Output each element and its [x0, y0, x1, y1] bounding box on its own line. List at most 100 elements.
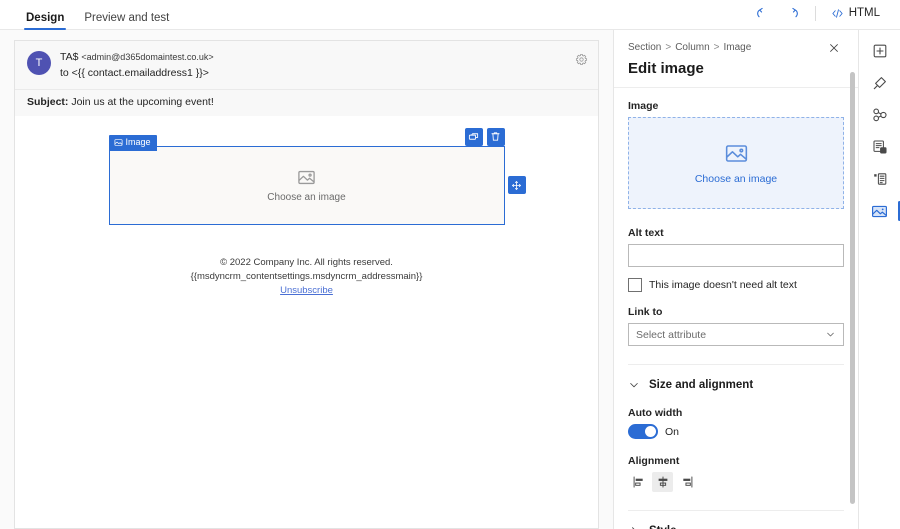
panel-scrollbar[interactable] [850, 72, 855, 504]
no-alt-text-checkbox[interactable] [628, 278, 642, 292]
dropzone-label: Choose an image [695, 173, 777, 185]
auto-width-toggle[interactable] [628, 424, 658, 439]
redo-button[interactable] [780, 1, 806, 25]
align-center-icon [656, 475, 670, 489]
fragments-icon [872, 107, 888, 123]
block-tag-label: Image [126, 138, 151, 147]
breadcrumb-item-section[interactable]: Section [628, 42, 661, 53]
tab-design[interactable]: Design [18, 13, 72, 30]
email-to-line: to <{{ contact.emailaddress1 }}> [60, 66, 214, 82]
panel-header: Section > Column > Image Edit image [614, 30, 858, 87]
email-from-line: TA$ <admin@d365domaintest.co.uk> [60, 50, 214, 66]
image-gallery-icon [871, 203, 888, 220]
auto-width-label: Auto width [628, 407, 844, 419]
image-icon [114, 138, 123, 147]
rail-item-image-gallery[interactable] [864, 196, 896, 226]
undo-button[interactable] [750, 1, 776, 25]
no-alt-text-checkbox-row[interactable]: This image doesn't need alt text [628, 278, 844, 292]
layouts-icon [872, 171, 888, 187]
email-preview: T TA$ <admin@d365domaintest.co.uk> to <{… [14, 40, 599, 529]
email-canvas[interactable]: T TA$ <admin@d365domaintest.co.uk> to <{… [0, 30, 613, 529]
from-name: TA$ [60, 51, 78, 63]
unsubscribe-link[interactable]: Unsubscribe [280, 285, 333, 296]
trash-icon [490, 131, 501, 142]
block-type-tag: Image [109, 135, 157, 151]
top-toolbar-actions: HTML [750, 1, 886, 29]
page-title: Edit image [628, 60, 844, 77]
panel-divider [628, 510, 844, 511]
email-settings-button[interactable] [575, 53, 588, 66]
subject-label: Subject: [27, 96, 68, 108]
breadcrumb: Section > Column > Image [628, 42, 844, 53]
footer-address-token: {{msdyncrm_contentsettings.msdyncrm_addr… [15, 270, 598, 284]
breadcrumb-separator: > [714, 42, 720, 53]
style-section-header[interactable]: Style [628, 525, 844, 529]
link-to-select[interactable]: Select attribute [628, 323, 844, 346]
undo-icon [755, 6, 770, 21]
redo-icon [785, 6, 800, 21]
move-block-handle[interactable] [508, 176, 526, 194]
top-toolbar: Design Preview and test [0, 0, 900, 30]
rail-item-fragments[interactable] [864, 100, 896, 130]
main-tabs: Design Preview and test [18, 0, 177, 29]
rail-item-layouts[interactable] [864, 164, 896, 194]
auto-width-state: On [665, 426, 679, 438]
image-placeholder-icon [297, 168, 316, 187]
align-left-icon [632, 475, 646, 489]
email-header: T TA$ <admin@d365domaintest.co.uk> to <{… [15, 41, 598, 89]
style-label: Style [649, 525, 677, 529]
align-left-button[interactable] [628, 472, 649, 492]
avatar: T [27, 51, 51, 75]
duplicate-block-button[interactable] [465, 128, 483, 146]
chevron-down-icon [628, 379, 640, 391]
email-addresses: TA$ <admin@d365domaintest.co.uk> to <{{ … [60, 50, 214, 82]
breadcrumb-item-column[interactable]: Column [675, 42, 709, 53]
breadcrumb-item-image[interactable]: Image [724, 42, 752, 53]
align-center-button[interactable] [652, 472, 673, 492]
close-icon [828, 42, 840, 54]
rail-item-content-blocks[interactable] [864, 132, 896, 162]
html-button[interactable]: HTML [825, 4, 886, 23]
image-dropzone[interactable]: Choose an image [628, 117, 844, 209]
align-right-button[interactable] [676, 472, 697, 492]
tab-preview-and-test[interactable]: Preview and test [76, 13, 177, 30]
email-footer: © 2022 Company Inc. All rights reserved.… [15, 256, 598, 299]
toolbar-divider [815, 6, 816, 21]
no-alt-text-label: This image doesn't need alt text [649, 279, 797, 291]
size-and-alignment-section-header[interactable]: Size and alignment [628, 379, 844, 391]
image-placeholder-icon [724, 141, 749, 166]
toggle-knob [645, 426, 656, 437]
block-toolbar [465, 128, 505, 146]
chevron-down-icon [825, 329, 836, 340]
delete-block-button[interactable] [487, 128, 505, 146]
auto-width-row: On [628, 424, 844, 439]
email-subject-row[interactable]: Subject: Join us at the upcoming event! [15, 89, 598, 116]
move-icon [511, 180, 522, 191]
align-right-icon [680, 475, 694, 489]
breadcrumb-separator: > [665, 42, 671, 53]
image-placeholder-label: Choose an image [267, 192, 345, 203]
alignment-label: Alignment [628, 455, 844, 467]
alignment-options [628, 472, 844, 492]
email-body: Image [15, 116, 598, 299]
image-placeholder[interactable]: Choose an image [109, 146, 505, 225]
alt-text-label: Alt text [628, 227, 844, 239]
gear-icon [575, 53, 588, 66]
panel-body: Image Choose an image Alt text This imag… [614, 88, 858, 529]
from-address: <admin@d365domaintest.co.uk> [81, 52, 213, 62]
add-element-icon [872, 43, 888, 59]
chevron-right-icon [628, 525, 640, 529]
close-panel-button[interactable] [828, 42, 840, 54]
link-to-label: Link to [628, 306, 844, 318]
rail-item-add-element[interactable] [864, 36, 896, 66]
properties-panel: Section > Column > Image Edit image Imag… [613, 30, 858, 529]
selected-image-block[interactable]: Image [109, 146, 505, 225]
image-section-label: Image [628, 100, 844, 112]
html-button-label: HTML [849, 7, 880, 19]
footer-copyright: © 2022 Company Inc. All rights reserved. [15, 256, 598, 270]
rail-item-theme[interactable] [864, 68, 896, 98]
content-blocks-icon [872, 139, 888, 155]
link-to-selected-value: Select attribute [636, 329, 706, 341]
subject-value: Join us at the upcoming event! [71, 96, 213, 108]
alt-text-input[interactable] [628, 244, 844, 267]
